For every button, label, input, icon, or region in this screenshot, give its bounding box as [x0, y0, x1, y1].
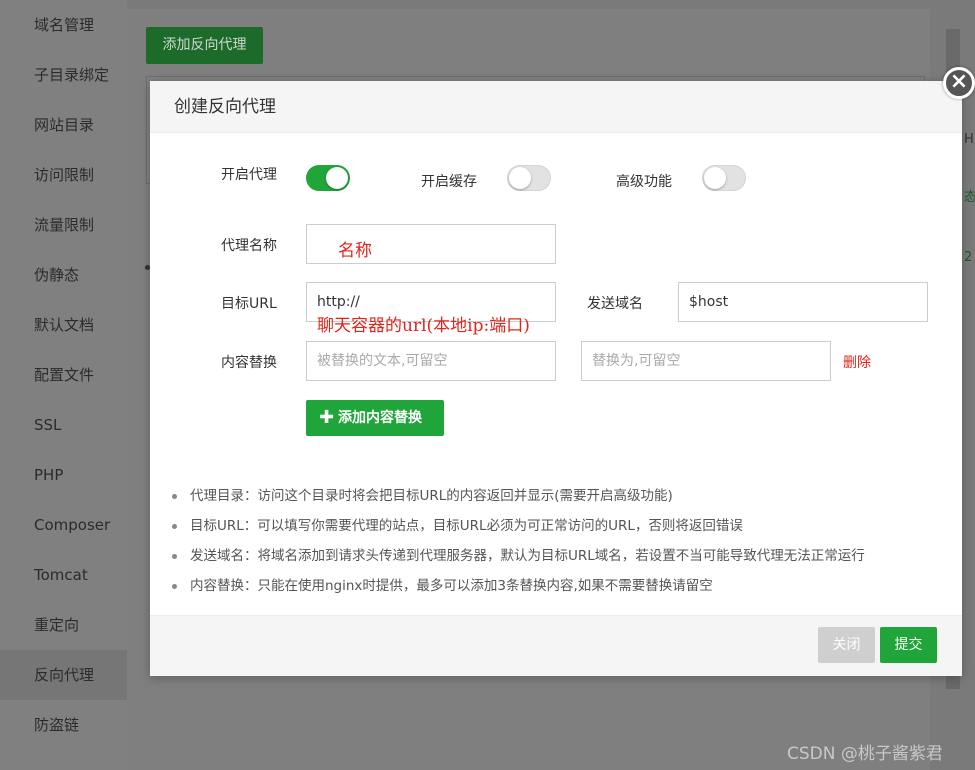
dialog-title: 创建反向代理 [150, 81, 962, 133]
advanced-features-label: 高级功能 [616, 174, 672, 190]
send-domain-label: 发送域名 [587, 296, 643, 312]
tips-list: 代理目录：访问这个目录时将会把目标URL的内容返回并显示(需要开启高级功能) 目… [172, 486, 952, 606]
add-reverse-proxy-button[interactable]: 添加反向代理 [146, 27, 263, 64]
sidebar-item[interactable]: Composer [0, 500, 127, 550]
sidebar: 域名管理 子目录绑定 网站目录 访问限制 流量限制 伪静态 默认文档 配置文件 SSL PHP Co… [0, 0, 127, 770]
sidebar-item[interactable]: 防盗链 [0, 700, 127, 750]
replace-from-input[interactable]: 被替换的文本,可留空 [306, 341, 556, 381]
row-fragment: 2 [964, 250, 973, 265]
enable-cache-toggle[interactable] [507, 165, 551, 191]
target-url-label: 目标URL [221, 296, 277, 312]
sidebar-item[interactable]: 域名管理 [0, 0, 127, 50]
watermark: CSDN @桃子酱紫君 [787, 744, 943, 764]
delete-replace-link[interactable]: 删除 [843, 352, 871, 372]
enable-proxy-toggle[interactable] [306, 165, 350, 191]
close-icon[interactable]: × [943, 67, 975, 99]
sidebar-item[interactable]: Tomcat [0, 550, 127, 600]
toggle-knob [326, 167, 348, 189]
dialog-footer: 关闭 提交 [150, 615, 962, 676]
advanced-features-toggle[interactable] [702, 165, 746, 191]
tip-item: 发送域名：将域名添加到请求头传递到代理服务器，默认为目标URL域名，若设置不当可… [172, 546, 952, 576]
add-content-replace-label: 添加内容替换 [338, 410, 422, 426]
sidebar-item[interactable]: SSL [0, 400, 127, 450]
sidebar-item[interactable]: 访问限制 [0, 150, 127, 200]
create-reverse-proxy-dialog: 创建反向代理 开启代理 开启缓存 高级功能 代理名称 名称 目标URL http… [150, 81, 962, 676]
enable-proxy-label: 开启代理 [221, 167, 277, 183]
toggle-knob [509, 167, 531, 189]
status-fragment: 态 [964, 190, 975, 205]
replace-to-input[interactable]: 替换为,可留空 [581, 341, 831, 381]
sidebar-item[interactable]: 网站目录 [0, 100, 127, 150]
sidebar-item[interactable]: 配置文件 [0, 350, 127, 400]
sidebar-item[interactable]: 重定向 [0, 600, 127, 650]
content-replace-label: 内容替换 [221, 355, 277, 371]
target-url-annotation: 聊天容器的url(本地ip:端口) [317, 316, 530, 336]
add-content-replace-button[interactable]: ✚ 添加内容替换 [306, 400, 444, 436]
tip-item: 内容替换：只能在使用nginx时提供，最多可以添加3条替换内容,如果不需要替换请… [172, 576, 952, 606]
enable-cache-label: 开启缓存 [421, 174, 477, 190]
close-button[interactable]: 关闭 [818, 627, 875, 663]
plus-icon: ✚ [319, 407, 335, 428]
tip-item: 目标URL：可以填写你需要代理的站点，目标URL必须为可正常访问的URL，否则将… [172, 516, 952, 546]
send-domain-input[interactable]: $host [678, 282, 928, 322]
table-header-fragment: H [964, 132, 974, 147]
submit-button[interactable]: 提交 [880, 627, 937, 663]
proxy-name-label: 代理名称 [221, 238, 277, 254]
sidebar-item[interactable]: 流量限制 [0, 200, 127, 250]
toggle-knob [704, 167, 726, 189]
sidebar-item[interactable]: PHP [0, 450, 127, 500]
tip-item: 代理目录：访问这个目录时将会把目标URL的内容返回并显示(需要开启高级功能) [172, 486, 952, 516]
proxy-name-annotation: 名称 [338, 241, 372, 261]
sidebar-item[interactable]: 伪静态 [0, 250, 127, 300]
sidebar-item[interactable]: 默认文档 [0, 300, 127, 350]
sidebar-item[interactable]: 子目录绑定 [0, 50, 127, 100]
sidebar-item[interactable]: 反向代理 [0, 650, 127, 700]
